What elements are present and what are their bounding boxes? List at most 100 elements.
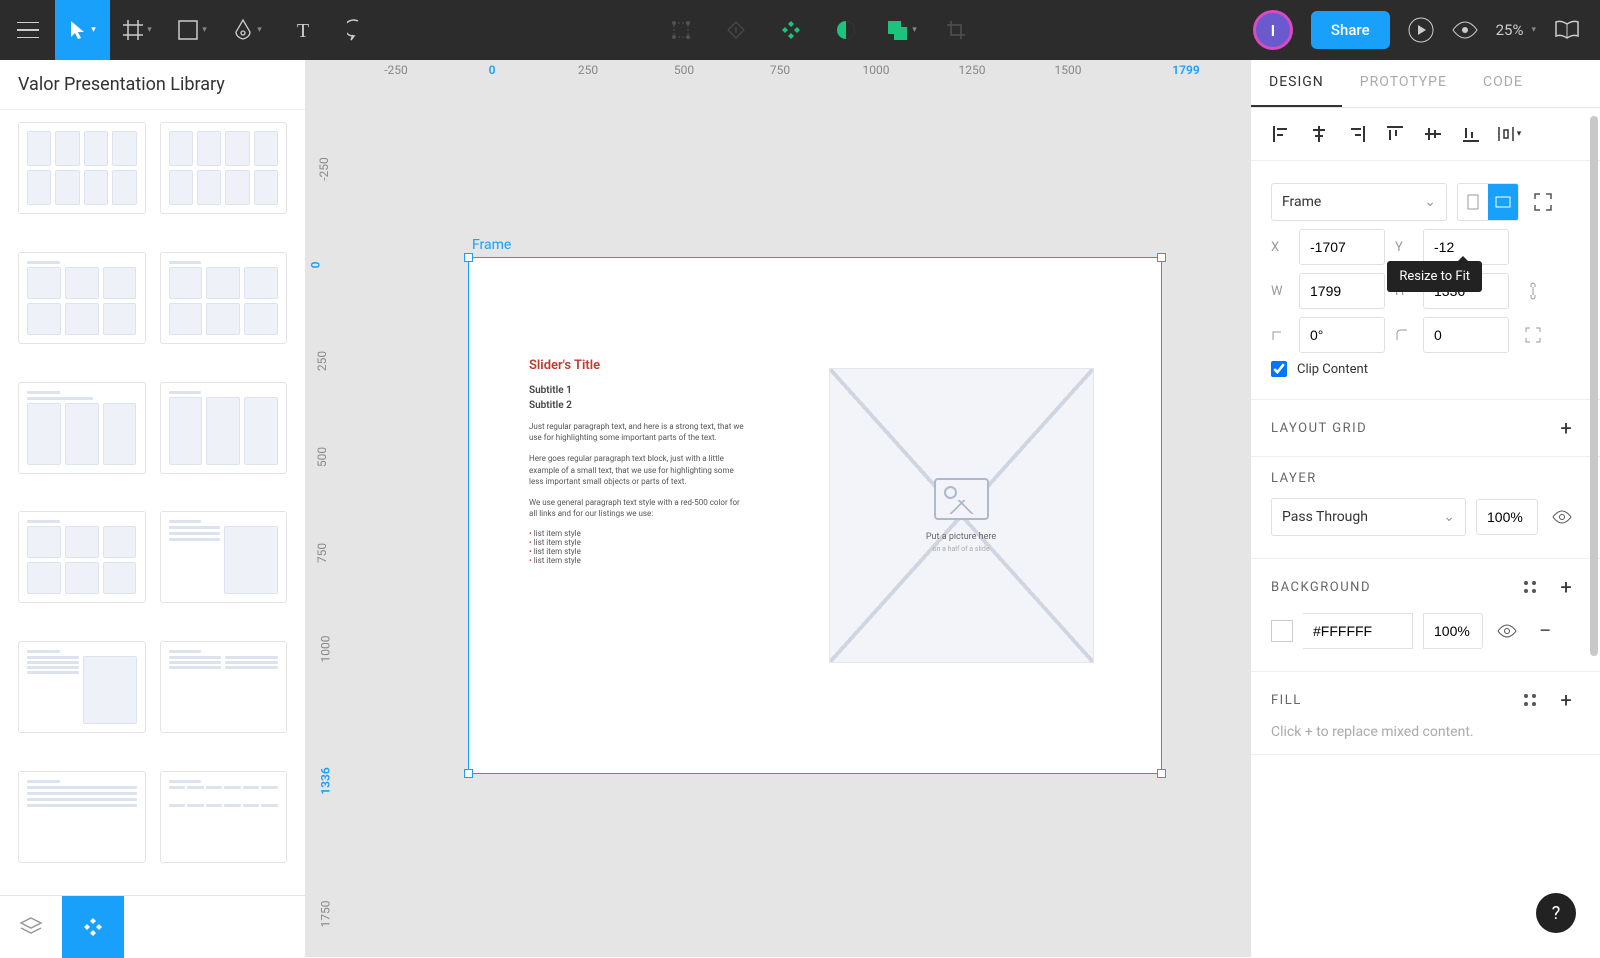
- align-top-button[interactable]: [1379, 118, 1411, 150]
- mask-tool[interactable]: [819, 0, 874, 60]
- portrait-option[interactable]: [1458, 184, 1488, 220]
- scrollbar-track[interactable]: [1590, 116, 1598, 947]
- help-button[interactable]: ?: [1536, 893, 1576, 933]
- constrain-proportions-button[interactable]: [1519, 277, 1547, 305]
- slide-paragraph: We use general paragraph text style with…: [529, 497, 749, 519]
- pen-tool[interactable]: ▾: [220, 0, 275, 60]
- orientation-toggle[interactable]: [1457, 183, 1519, 221]
- background-swatch[interactable]: [1271, 620, 1293, 642]
- clip-content-label: Clip Content: [1297, 362, 1368, 377]
- image-icon: [934, 478, 989, 520]
- slide-content: Slider's Title Subtitle 1 Subtitle 2 Jus…: [469, 258, 1161, 773]
- right-panel: DESIGN PROTOTYPE CODE ▾ Frame⌄ X Y W: [1250, 60, 1600, 957]
- canvas-area[interactable]: -250 0 250 500 750 1000 1250 1500 1799 -…: [306, 60, 1250, 957]
- fill-styles-button[interactable]: [1516, 686, 1544, 714]
- align-right-button[interactable]: [1341, 118, 1373, 150]
- assets-tab-button[interactable]: [62, 896, 124, 958]
- align-hcenter-button[interactable]: [1303, 118, 1335, 150]
- slide-paragraph: Just regular paragraph text, and here is…: [529, 421, 749, 443]
- zoom-dropdown[interactable]: 25%▾: [1496, 21, 1536, 39]
- alignment-row: ▾: [1251, 108, 1600, 161]
- layers-tab-button[interactable]: [0, 896, 62, 958]
- blend-mode-dropdown[interactable]: Pass Through⌄: [1271, 498, 1466, 536]
- thumbnail[interactable]: [18, 122, 146, 214]
- clip-content-checkbox[interactable]: [1271, 361, 1287, 377]
- text-tool[interactable]: T: [275, 0, 330, 60]
- scrollbar-thumb[interactable]: [1590, 116, 1598, 656]
- layer-opacity-input[interactable]: [1476, 499, 1538, 535]
- x-label: X: [1271, 240, 1289, 255]
- slide-paragraph: Here goes regular paragraph text block, …: [529, 453, 749, 487]
- create-component-tool[interactable]: [764, 0, 819, 60]
- library-button[interactable]: [1554, 20, 1580, 40]
- shape-tool[interactable]: ▾: [165, 0, 220, 60]
- landscape-option[interactable]: [1488, 184, 1518, 220]
- independent-corners-button[interactable]: [1519, 321, 1547, 349]
- share-button[interactable]: Share: [1311, 11, 1390, 49]
- distribute-button[interactable]: ▾: [1493, 118, 1525, 150]
- top-toolbar: ▾ ▾ ▾ ▾ T ▾ I Share: [0, 0, 1600, 60]
- add-layout-grid-button[interactable]: +: [1552, 414, 1580, 442]
- background-title: BACKGROUND: [1271, 580, 1371, 595]
- add-fill-button[interactable]: +: [1552, 686, 1580, 714]
- resize-to-fit-button[interactable]: [1529, 188, 1557, 216]
- slide-subtitle-1: Subtitle 1: [529, 385, 821, 396]
- boolean-tool[interactable]: ▾: [874, 0, 929, 60]
- inspector-tabs: DESIGN PROTOTYPE CODE: [1251, 60, 1600, 108]
- corner-input[interactable]: [1423, 317, 1509, 353]
- corner-label: [1395, 328, 1413, 342]
- width-input[interactable]: [1299, 273, 1385, 309]
- thumbnail[interactable]: [160, 122, 288, 214]
- frame-tool[interactable]: ▾: [110, 0, 165, 60]
- move-tool[interactable]: ▾: [55, 0, 110, 60]
- rotation-label: [1271, 328, 1289, 342]
- thumbnail[interactable]: [160, 771, 288, 863]
- frame-label[interactable]: Frame: [472, 237, 511, 253]
- thumbnail[interactable]: [18, 252, 146, 344]
- thumbnail[interactable]: [160, 382, 288, 474]
- preview-button[interactable]: [1452, 21, 1478, 39]
- selected-frame[interactable]: Slider's Title Subtitle 1 Subtitle 2 Jus…: [468, 257, 1162, 774]
- frame-preset-dropdown[interactable]: Frame⌄: [1271, 183, 1447, 221]
- w-label: W: [1271, 284, 1289, 299]
- thumbnail[interactable]: [18, 641, 146, 733]
- thumbnail[interactable]: [160, 641, 288, 733]
- background-opacity-input[interactable]: [1423, 613, 1483, 649]
- reset-tool[interactable]: [709, 0, 764, 60]
- thumbnail[interactable]: [18, 511, 146, 603]
- layout-grid-title: LAYOUT GRID: [1271, 421, 1367, 436]
- present-button[interactable]: [1408, 17, 1434, 43]
- thumbnail[interactable]: [160, 511, 288, 603]
- library-title: Valor Presentation Library: [0, 60, 305, 110]
- slide-title: Slider's Title: [529, 358, 821, 373]
- tab-prototype[interactable]: PROTOTYPE: [1342, 60, 1465, 107]
- background-hex-input[interactable]: [1303, 613, 1413, 649]
- align-bottom-button[interactable]: [1455, 118, 1487, 150]
- comment-tool[interactable]: [330, 0, 385, 60]
- rotation-input[interactable]: [1299, 317, 1385, 353]
- tab-code[interactable]: CODE: [1465, 60, 1541, 107]
- background-styles-button[interactable]: [1516, 573, 1544, 601]
- thumbnail[interactable]: [18, 771, 146, 863]
- align-vcenter-button[interactable]: [1417, 118, 1449, 150]
- menu-button[interactable]: [0, 0, 55, 60]
- component-thumbnails: [0, 110, 305, 895]
- crop-tool[interactable]: [929, 0, 984, 60]
- tab-design[interactable]: DESIGN: [1251, 60, 1342, 107]
- x-input[interactable]: [1299, 229, 1385, 265]
- ruler-vertical: -250 0 250 500 750 1000 1336 1750: [306, 84, 336, 957]
- remove-background-button[interactable]: −: [1531, 617, 1559, 645]
- component-outline-tool[interactable]: [654, 0, 709, 60]
- thumbnail[interactable]: [160, 252, 288, 344]
- layer-visibility-button[interactable]: [1548, 503, 1576, 531]
- add-background-button[interactable]: +: [1552, 573, 1580, 601]
- left-panel: Valor Presentation Library: [0, 60, 306, 957]
- y-label: Y: [1395, 240, 1413, 255]
- ruler-horizontal: -250 0 250 500 750 1000 1250 1500 1799: [336, 60, 1250, 84]
- thumbnail[interactable]: [18, 382, 146, 474]
- user-avatar[interactable]: I: [1253, 10, 1293, 50]
- ruler-corner: [306, 60, 336, 84]
- background-visibility-button[interactable]: [1493, 617, 1521, 645]
- align-left-button[interactable]: [1265, 118, 1297, 150]
- resize-to-fit-tooltip: Resize to Fit: [1387, 261, 1482, 292]
